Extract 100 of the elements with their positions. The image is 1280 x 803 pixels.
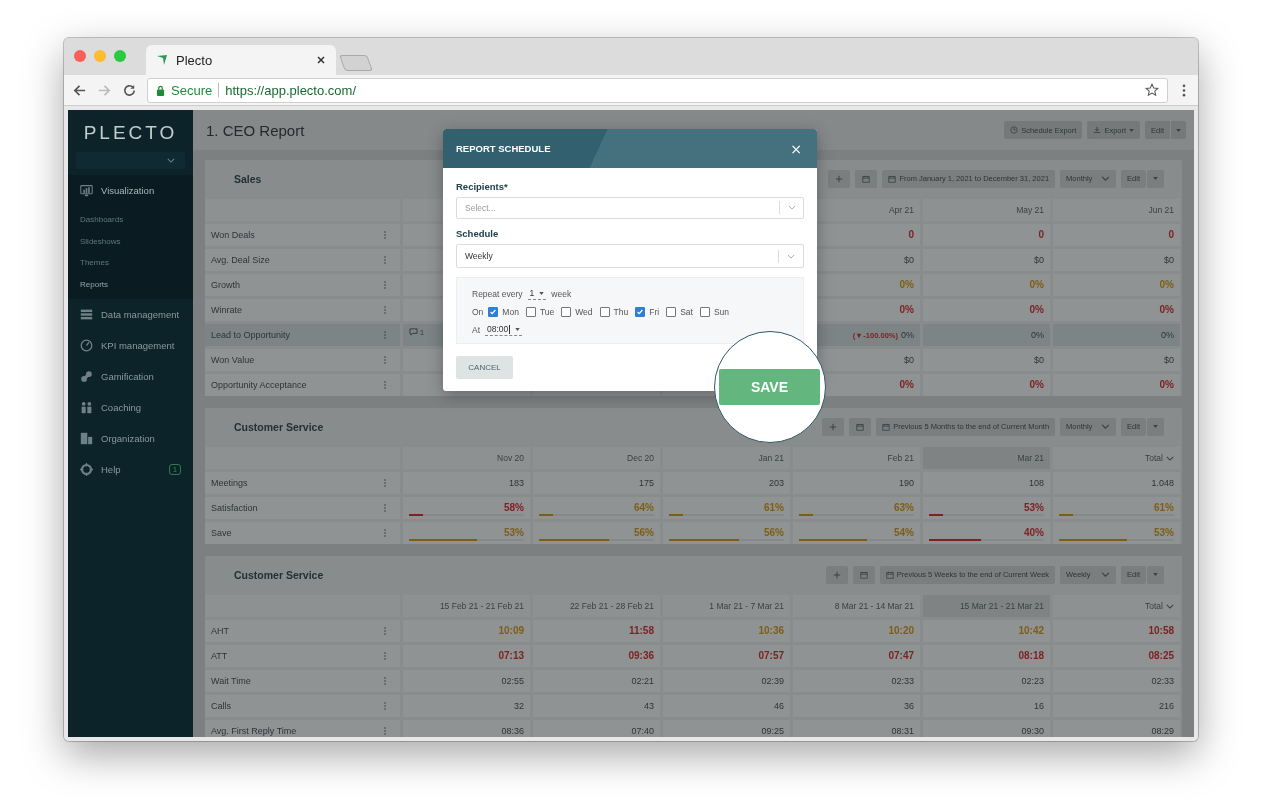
nav-item[interactable]: Organization bbox=[68, 423, 193, 454]
cell-value: 02:55 bbox=[501, 676, 524, 686]
gauge-icon bbox=[80, 339, 93, 352]
star-icon[interactable] bbox=[1145, 83, 1159, 97]
clock-icon bbox=[1010, 126, 1019, 134]
close-window-button[interactable] bbox=[74, 50, 86, 62]
row-label-cell[interactable]: Won Deals bbox=[205, 224, 400, 246]
cancel-button[interactable]: CANCEL bbox=[456, 356, 513, 379]
minimize-window-button[interactable] bbox=[94, 50, 106, 62]
workspace-dropdown[interactable] bbox=[76, 152, 185, 169]
nav-subitem[interactable]: Themes bbox=[68, 252, 193, 274]
add-button[interactable] bbox=[825, 565, 848, 584]
column-header[interactable]: Jan 21 bbox=[663, 447, 790, 469]
unit-label: week bbox=[551, 289, 572, 299]
row-label-cell[interactable]: Won Value bbox=[205, 349, 400, 371]
row-label-cell[interactable]: Save bbox=[205, 522, 400, 544]
day-checkbox[interactable]: Mon bbox=[488, 307, 519, 317]
cell-value: $0 bbox=[1034, 255, 1044, 265]
nav-item[interactable]: Gamification bbox=[68, 361, 193, 392]
column-header[interactable]: Mar 21 bbox=[923, 447, 1050, 469]
row-label-cell[interactable]: ATT bbox=[205, 645, 400, 667]
edit-menu-button[interactable] bbox=[1147, 169, 1164, 188]
row-label-cell[interactable]: Lead to Opportunity bbox=[205, 324, 400, 346]
day-checkbox[interactable]: Thu bbox=[599, 307, 629, 317]
edit-menu-button[interactable] bbox=[1171, 121, 1186, 139]
column-header[interactable]: May 21 bbox=[923, 199, 1050, 221]
nav-subitem[interactable]: Slideshows bbox=[68, 230, 193, 252]
interval-dropdown[interactable]: 1 bbox=[527, 288, 547, 300]
cell-value: 63% bbox=[894, 502, 914, 514]
calendar-button[interactable] bbox=[849, 417, 872, 436]
recipients-field[interactable]: Select... bbox=[456, 197, 804, 219]
nav-subitem[interactable]: Reports bbox=[68, 273, 193, 295]
browser-tab[interactable]: Plecto bbox=[146, 45, 336, 75]
comment-icon[interactable] bbox=[409, 328, 418, 336]
calendar-button[interactable] bbox=[855, 169, 878, 188]
column-header[interactable]: Jun 21 bbox=[1053, 199, 1180, 221]
check-icon bbox=[636, 308, 645, 316]
column-header[interactable]: 1 Mar 21 - 7 Mar 21 bbox=[663, 595, 790, 617]
cell-value: 02:21 bbox=[631, 676, 654, 686]
row-label-cell[interactable]: Opportunity Acceptance bbox=[205, 374, 400, 396]
column-header[interactable]: Total bbox=[1053, 595, 1180, 617]
cell-value: 1.048 bbox=[1151, 478, 1174, 488]
column-header[interactable]: 15 Mar 21 - 21 Mar 21 bbox=[923, 595, 1050, 617]
row-label-cell[interactable]: Meetings bbox=[205, 472, 400, 494]
edit-menu-button[interactable] bbox=[1147, 565, 1164, 584]
column-header[interactable]: 15 Feb 21 - 21 Feb 21 bbox=[403, 595, 530, 617]
reload-icon[interactable] bbox=[122, 82, 137, 98]
nav-label: Visualization bbox=[101, 185, 156, 196]
cell-value: 0% bbox=[1029, 279, 1044, 291]
calendar-icon bbox=[856, 422, 865, 431]
cell-value: 02:39 bbox=[761, 676, 784, 686]
day-checkbox[interactable]: Fri bbox=[635, 307, 660, 317]
edit-menu-button[interactable] bbox=[1147, 417, 1164, 436]
row-label-cell[interactable]: Avg. First Reply Time bbox=[205, 720, 400, 737]
close-button[interactable]: × bbox=[788, 141, 804, 156]
close-icon[interactable] bbox=[316, 55, 326, 65]
column-label: May 21 bbox=[1016, 205, 1044, 215]
day-checkbox[interactable]: Tue bbox=[525, 307, 555, 317]
address-bar[interactable]: Secure https://app.plecto.com/ bbox=[147, 77, 1168, 103]
calendar-button[interactable] bbox=[852, 565, 875, 584]
row-label-cell[interactable]: Growth bbox=[205, 274, 400, 296]
row-label-cell[interactable]: Winrate bbox=[205, 299, 400, 321]
day-checkbox[interactable]: Sun bbox=[699, 307, 730, 317]
column-header[interactable]: Dec 20 bbox=[533, 447, 660, 469]
row-label-cell[interactable]: Wait Time bbox=[205, 670, 400, 692]
new-tab-button[interactable] bbox=[339, 55, 373, 71]
day-checkbox[interactable]: Wed bbox=[561, 307, 593, 317]
column-label: Dec 20 bbox=[627, 453, 654, 463]
row-label: Opportunity Acceptance bbox=[211, 380, 307, 390]
schedule-select[interactable]: Weekly bbox=[456, 244, 804, 268]
plus-icon bbox=[829, 422, 838, 431]
column-header[interactable]: 8 Mar 21 - 14 Mar 21 bbox=[793, 595, 920, 617]
nav-item[interactable]: Coaching bbox=[68, 392, 193, 423]
row-label-cell[interactable]: Satisfaction bbox=[205, 497, 400, 519]
day-checkbox[interactable]: Sat bbox=[666, 307, 693, 317]
nav-item[interactable]: Data management bbox=[68, 299, 193, 330]
save-button[interactable]: SAVE bbox=[719, 369, 820, 405]
cell-value: 36 bbox=[904, 701, 914, 711]
row-label-cell[interactable]: Calls bbox=[205, 695, 400, 717]
time-dropdown[interactable]: 08:00 bbox=[485, 324, 523, 336]
column-header[interactable]: Total bbox=[1053, 447, 1180, 469]
tab-title: Plecto bbox=[176, 52, 214, 68]
menu-icon[interactable] bbox=[1182, 83, 1186, 97]
add-button[interactable] bbox=[828, 169, 851, 188]
row-label-cell[interactable]: Avg. Deal Size bbox=[205, 249, 400, 271]
report-title: 1. CEO Report bbox=[206, 121, 306, 139]
cell-value: 07:47 bbox=[888, 650, 914, 662]
column-label: Mar 21 bbox=[1017, 453, 1044, 463]
column-header[interactable]: Nov 20 bbox=[403, 447, 530, 469]
cell-value: 0% bbox=[1161, 330, 1174, 340]
zoom-window-button[interactable] bbox=[114, 50, 126, 62]
column-header[interactable]: Feb 21 bbox=[793, 447, 920, 469]
nav-subitem[interactable]: Dashboards bbox=[68, 209, 193, 231]
add-button[interactable] bbox=[822, 417, 845, 436]
column-header[interactable]: 22 Feb 21 - 28 Feb 21 bbox=[533, 595, 660, 617]
row-label-cell[interactable]: AHT bbox=[205, 620, 400, 642]
row-label: Growth bbox=[211, 280, 240, 290]
nav-item[interactable]: Visualization bbox=[68, 175, 193, 206]
row-label: Avg. First Reply Time bbox=[211, 726, 297, 736]
nav-item[interactable]: KPI management bbox=[68, 330, 193, 361]
